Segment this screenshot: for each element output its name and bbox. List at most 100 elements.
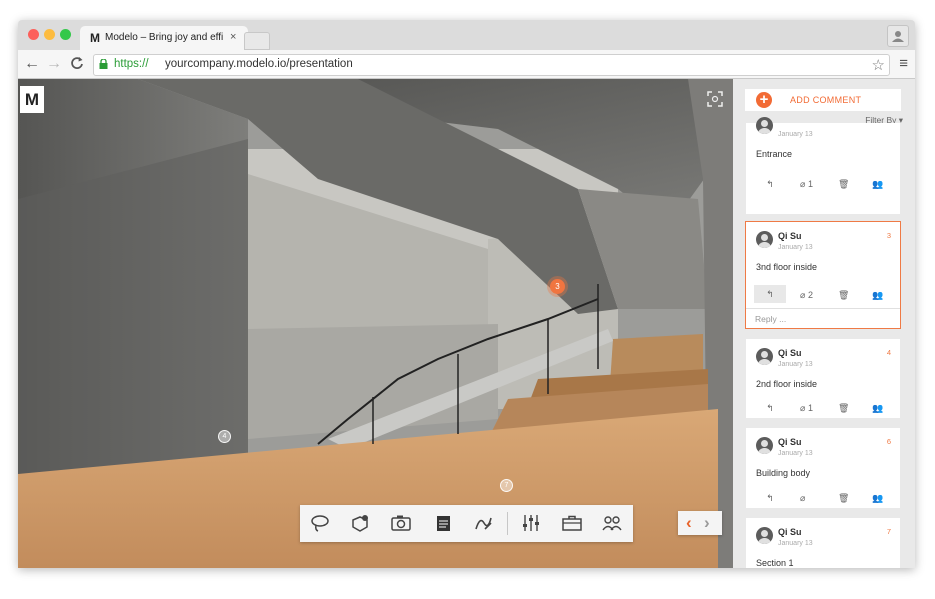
attachment-count: 1: [807, 179, 813, 189]
paperclip-icon: ⌀: [800, 290, 806, 300]
avatar: [756, 117, 773, 134]
modelo-logo[interactable]: M: [20, 86, 44, 113]
comment-actions: ↰ ⌀ 🗑 👥: [754, 491, 892, 507]
comment-card[interactable]: Qi Su January 13 6 Building body ↰ ⌀ 🗑 👥: [746, 428, 900, 508]
zoom-window-button[interactable]: [60, 29, 71, 40]
avatar: [756, 437, 773, 454]
fullscreen-icon[interactable]: [707, 91, 723, 107]
address-bar[interactable]: https:// yourcompany.modelo.io/presentat…: [93, 54, 890, 76]
users-icon[interactable]: 👥: [872, 403, 883, 414]
comment-author: Qi Su: [778, 527, 802, 537]
comment-actions: ↰ ⌀ 1 🗑 👥: [754, 177, 892, 193]
minimize-window-button[interactable]: [44, 29, 55, 40]
comment-marker[interactable]: 3: [550, 279, 565, 294]
reload-button[interactable]: [70, 55, 84, 71]
comments-panel: + ADD COMMENT Filter By ▾ January 13 Ent…: [733, 79, 915, 568]
add-comment-button[interactable]: + ADD COMMENT: [745, 89, 901, 111]
comment-card[interactable]: January 13 Entrance ↰ ⌀ 1 🗑 👥: [746, 117, 900, 214]
comment-number: 3: [886, 231, 891, 240]
trash-icon[interactable]: 🗑: [838, 290, 849, 301]
sketch-icon[interactable]: [471, 512, 495, 534]
comment-text: 3nd floor inside: [756, 262, 818, 272]
browser-tab[interactable]: M Modelo – Bring joy and effi ×: [80, 26, 248, 50]
next-slide-button[interactable]: ›: [704, 513, 710, 533]
comment-date: January 13: [778, 450, 813, 457]
trash-icon[interactable]: 🗑: [838, 179, 849, 190]
avatar: [756, 231, 773, 248]
attachment-button[interactable]: ⌀: [800, 493, 805, 504]
comment-author: Qi Su: [778, 231, 802, 241]
tab-bar: M Modelo – Bring joy and effi ×: [18, 20, 915, 50]
reply-placeholder: Reply ...: [755, 314, 787, 324]
camera-icon[interactable]: [389, 512, 413, 534]
avatar: [756, 527, 773, 544]
comment-date: January 13: [778, 131, 813, 138]
forward-button[interactable]: →: [46, 55, 62, 73]
viewer-toolbar: [300, 505, 633, 542]
add-icon: +: [756, 92, 772, 108]
attachment-button[interactable]: ⌀ 2: [800, 290, 813, 301]
comment-text: Section 1: [756, 558, 794, 568]
3d-viewport[interactable]: M 3 4 7 ‹ ›: [18, 79, 733, 568]
comment-marker[interactable]: 7: [500, 479, 513, 492]
browser-toolbar: ← → https:// yourcompany.modelo.io/prese…: [18, 50, 915, 79]
paperclip-icon: ⌀: [800, 403, 806, 413]
comment-number: 4: [886, 348, 891, 357]
comment-text: Building body: [756, 468, 811, 478]
browser-menu-button[interactable]: ≡: [899, 55, 908, 73]
lasso-icon[interactable]: [308, 512, 332, 534]
browser-window: M Modelo – Bring joy and effi × ← → http…: [18, 20, 915, 568]
comment-date: January 13: [778, 244, 813, 251]
tab-title: Modelo – Bring joy and effi: [105, 32, 224, 43]
users-icon[interactable]: 👥: [872, 179, 883, 190]
lock-icon: [99, 59, 108, 69]
paperclip-icon: ⌀: [800, 493, 806, 503]
slide-pager: ‹ ›: [678, 511, 722, 535]
comment-actions: ↰ ⌀ 2 🗑 👥: [754, 285, 892, 304]
reply-icon[interactable]: ↰: [764, 493, 776, 504]
url-scheme: https://: [114, 58, 149, 70]
comment-date: January 13: [778, 361, 813, 368]
comment-number: 6: [886, 437, 891, 446]
avatar: [756, 348, 773, 365]
add-comment-label: ADD COMMENT: [790, 95, 862, 105]
attachment-button[interactable]: ⌀ 1: [800, 179, 813, 190]
new-tab-button[interactable]: [244, 32, 270, 50]
comment-marker[interactable]: 4: [218, 430, 231, 443]
shape-icon[interactable]: [348, 512, 372, 534]
3d-scene[interactable]: [18, 79, 733, 568]
modelo-favicon-icon: M: [90, 31, 100, 45]
back-button[interactable]: ←: [24, 55, 40, 73]
comment-text: 2nd floor inside: [756, 379, 818, 389]
reply-icon[interactable]: ↰: [754, 285, 786, 303]
comment-author: Qi Su: [778, 437, 802, 447]
users-icon[interactable]: 👥: [872, 493, 883, 504]
notes-icon[interactable]: [431, 512, 455, 534]
reply-icon[interactable]: ↰: [764, 403, 776, 414]
reply-icon[interactable]: ↰: [764, 179, 776, 190]
comment-card-selected[interactable]: Qi Su January 13 3 3nd floor inside ↰ ⌀ …: [745, 221, 901, 329]
trash-icon[interactable]: 🗑: [838, 403, 849, 414]
comment-text: Entrance: [756, 149, 793, 159]
comment-card[interactable]: Qi Su January 13 7 Section 1: [746, 518, 900, 568]
url-text: yourcompany.modelo.io/presentation: [165, 58, 353, 70]
comment-card[interactable]: Qi Su January 13 4 2nd floor inside ↰ ⌀ …: [746, 339, 900, 418]
person-icon: [892, 31, 904, 42]
comment-number: 7: [886, 527, 891, 536]
attachment-button[interactable]: ⌀ 1: [800, 403, 813, 414]
briefcase-icon[interactable]: [560, 512, 584, 534]
attachment-count: 1: [807, 403, 813, 413]
profile-button[interactable]: [887, 25, 909, 47]
comment-date: January 13: [778, 540, 813, 547]
toolbar-divider: [507, 512, 508, 535]
tab-close-icon[interactable]: ×: [230, 31, 236, 43]
bookmark-star-icon[interactable]: ☆: [872, 56, 885, 74]
users-icon[interactable]: 👥: [872, 290, 883, 301]
settings-sliders-icon[interactable]: [519, 512, 543, 534]
attachment-count: 2: [807, 290, 813, 300]
trash-icon[interactable]: 🗑: [838, 493, 849, 504]
reply-input[interactable]: Reply ...: [746, 308, 900, 329]
previous-slide-button[interactable]: ‹: [686, 513, 692, 533]
close-window-button[interactable]: [28, 29, 39, 40]
users-icon[interactable]: [600, 512, 624, 534]
